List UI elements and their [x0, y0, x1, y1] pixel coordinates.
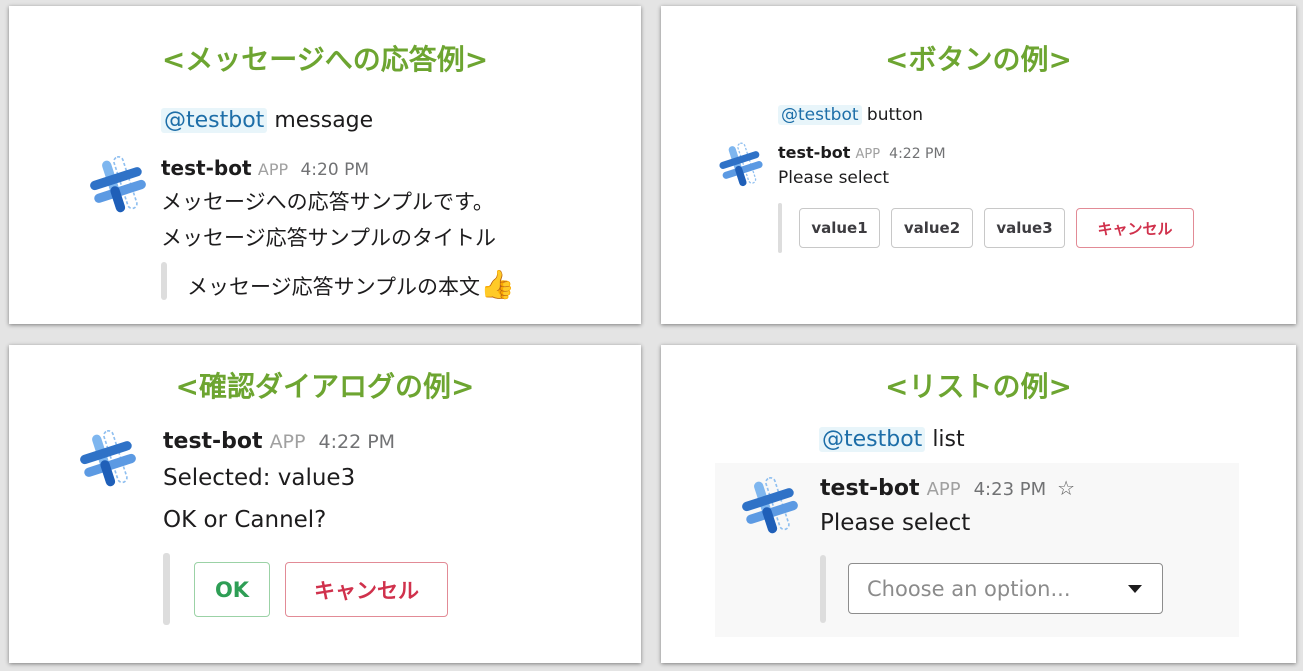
message-header: test-bot APP 4:22 PM: [778, 143, 946, 162]
attachment-bar: [163, 553, 170, 625]
cancel-button[interactable]: キャンセル: [1076, 208, 1194, 248]
panel-title: <確認ダイアログの例>: [175, 370, 475, 403]
bot-name[interactable]: test-bot: [778, 143, 850, 162]
value2-button[interactable]: value2: [891, 208, 973, 248]
message-line-2: メッセージ応答サンプルのタイトル: [161, 226, 496, 250]
bot-avatar-icon[interactable]: [77, 428, 139, 490]
chevron-down-icon: [1128, 585, 1142, 593]
bot-name[interactable]: test-bot: [161, 156, 252, 180]
user-message: @testbot message: [161, 108, 373, 133]
star-icon[interactable]: ☆: [1057, 476, 1075, 500]
message-line-1: メッセージへの応答サンプルです。: [161, 190, 494, 214]
app-badge: APP: [926, 479, 961, 500]
message-line-1: Selected: value3: [163, 465, 356, 491]
message-header: test-bot APP 4:22 PM: [163, 429, 395, 454]
select-placeholder: Choose an option...: [867, 576, 1071, 601]
app-badge: APP: [855, 147, 881, 162]
app-badge: APP: [257, 160, 289, 179]
bot-avatar-icon[interactable]: [739, 475, 801, 537]
timestamp[interactable]: 4:22 PM: [318, 431, 395, 453]
command-text: message: [274, 108, 374, 133]
option-select[interactable]: Choose an option...: [848, 563, 1163, 614]
message-header: test-bot APP 4:23 PM ☆: [820, 476, 1075, 501]
message-line-2: OK or Cannel?: [163, 507, 327, 533]
attachment-bar: [778, 203, 782, 253]
attachment-bar: [820, 555, 826, 623]
command-text: list: [932, 427, 965, 452]
bot-avatar-icon[interactable]: [87, 154, 149, 216]
bot-avatar-icon[interactable]: [717, 141, 765, 189]
mention-link[interactable]: @testbot: [819, 427, 926, 452]
timestamp[interactable]: 4:22 PM: [889, 146, 945, 162]
timestamp[interactable]: 4:20 PM: [300, 160, 369, 180]
timestamp[interactable]: 4:23 PM: [974, 479, 1047, 500]
message-text: Please select: [778, 168, 890, 188]
panel-title: <メッセージへの応答例>: [161, 43, 489, 76]
panel-confirm-dialog: <確認ダイアログの例> test-bot APP 4:22 PM Selecte…: [9, 345, 641, 663]
thumbs-up-icon: 👍: [479, 268, 515, 301]
panel-title: <リストの例>: [885, 370, 1072, 403]
message-header: test-bot APP 4:20 PM: [161, 156, 369, 180]
panel-button-example: <ボタンの例> @testbot button test-bot APP 4:2…: [661, 6, 1296, 324]
mention-link[interactable]: @testbot: [778, 105, 862, 125]
bot-name[interactable]: test-bot: [163, 429, 263, 454]
panel-message-response: <メッセージへの応答例> @testbot message test-bot A…: [9, 6, 641, 324]
attachment-body: メッセージ応答サンプルの本文👍: [187, 268, 515, 301]
attachment-bar: [161, 262, 167, 300]
value1-button[interactable]: value1: [799, 208, 880, 248]
message-text: Please select: [820, 510, 971, 536]
cancel-button[interactable]: キャンセル: [285, 562, 448, 617]
attachment-text: メッセージ応答サンプルの本文: [187, 275, 480, 299]
user-message: @testbot list: [819, 427, 965, 452]
panel-list-example: <リストの例> @testbot list test-bot APP 4:23 …: [661, 345, 1296, 663]
panel-title: <ボタンの例>: [885, 43, 1072, 76]
mention-link[interactable]: @testbot: [161, 108, 268, 133]
ok-button[interactable]: OK: [194, 562, 270, 617]
bot-name[interactable]: test-bot: [820, 476, 920, 501]
command-text: button: [866, 105, 923, 125]
value3-button[interactable]: value3: [984, 208, 1065, 248]
app-badge: APP: [269, 431, 306, 453]
user-message: @testbot button: [778, 105, 923, 125]
